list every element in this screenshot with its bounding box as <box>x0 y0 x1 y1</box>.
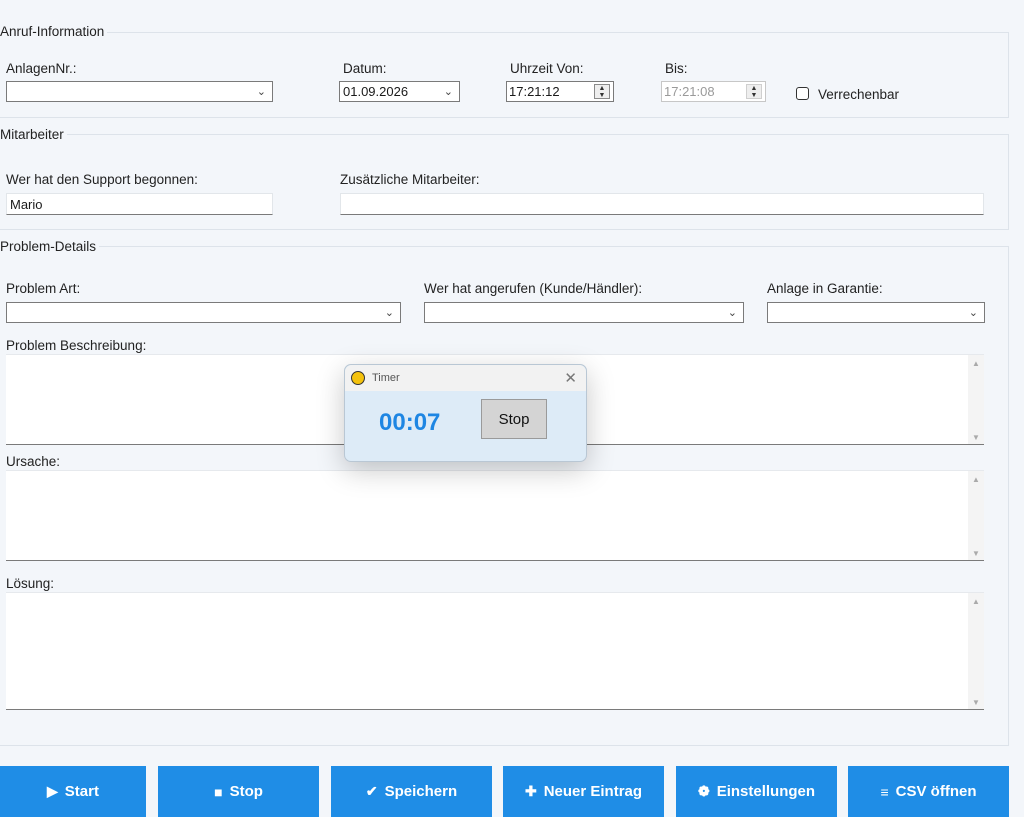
speichern-button[interactable]: ✔ Speichern <box>331 766 492 817</box>
beschreibung-scrollbar[interactable]: ▲ ▼ <box>968 355 984 444</box>
chevron-down-icon: ⌄ <box>443 86 453 98</box>
start-button[interactable]: ▶ Start <box>0 766 146 817</box>
scroll-up-icon[interactable]: ▲ <box>972 475 980 484</box>
speichern-button-label: Speichern <box>384 783 458 800</box>
begonnen-value: Mario <box>10 197 43 212</box>
timer-stop-button[interactable]: Stop <box>481 399 547 439</box>
scroll-up-icon[interactable]: ▲ <box>972 597 980 606</box>
chevron-down-icon: ⌄ <box>384 307 394 319</box>
anruf-group-title: Anruf-Information <box>0 24 108 39</box>
stop-button[interactable]: ■ Stop <box>158 766 319 817</box>
datum-picker[interactable]: 01.09.2026 ⌄ <box>339 81 460 102</box>
neuer-eintrag-button-label: Neuer Eintrag <box>543 783 643 800</box>
menu-lines-icon: ≡ <box>880 783 889 800</box>
begonnen-input[interactable]: Mario <box>6 193 273 215</box>
plus-icon: ✚ <box>524 783 537 799</box>
bis-label: Bis: <box>665 61 688 76</box>
timer-titlebar[interactable]: Timer ✕ <box>345 365 586 391</box>
von-value: 17:21:12 <box>509 84 560 99</box>
von-spin-buttons[interactable]: ▲ ▼ <box>594 84 610 99</box>
bis-value: 17:21:08 <box>664 84 715 99</box>
garantie-combobox[interactable]: ⌄ <box>767 302 985 323</box>
timer-window: Timer ✕ 00:07 Stop <box>344 364 587 462</box>
scroll-up-icon[interactable]: ▲ <box>972 359 980 368</box>
loesung-textarea[interactable]: ▲ ▼ <box>6 592 984 710</box>
checkmark-icon: ✔ <box>365 783 378 799</box>
anlagen-label: AnlagenNr.: <box>6 61 77 76</box>
anrufer-combobox[interactable]: ⌄ <box>424 302 744 323</box>
art-label: Problem Art: <box>6 281 81 296</box>
von-time-input[interactable]: 17:21:12 ▲ ▼ <box>506 81 614 102</box>
start-button-label: Start <box>64 783 99 800</box>
datum-value: 01.09.2026 <box>343 84 409 99</box>
timer-title: Timer <box>372 372 400 384</box>
loesung-label: Lösung: <box>6 576 55 591</box>
ursache-label: Ursache: <box>6 454 61 469</box>
verrechenbar-checkbox[interactable] <box>796 87 809 100</box>
chevron-down-icon: ⌄ <box>256 86 266 98</box>
loesung-scrollbar[interactable]: ▲ ▼ <box>968 593 984 709</box>
art-combobox[interactable]: ⌄ <box>6 302 401 323</box>
datum-label: Datum: <box>343 61 387 76</box>
gear-icon: ❁ <box>697 783 710 799</box>
einstellungen-button[interactable]: ❁ Einstellungen <box>676 766 837 817</box>
scroll-down-icon[interactable]: ▼ <box>972 698 980 707</box>
ursache-textarea[interactable]: ▲ ▼ <box>6 470 984 561</box>
zusaetzlich-input[interactable] <box>340 193 984 215</box>
mitarbeiter-group-title: Mitarbeiter <box>0 127 67 142</box>
begonnen-label: Wer hat den Support begonnen: <box>6 172 198 187</box>
timer-value: 00:07 <box>379 409 441 436</box>
garantie-label: Anlage in Garantie: <box>767 281 883 296</box>
ursache-scrollbar[interactable]: ▲ ▼ <box>968 471 984 560</box>
stop-square-icon: ■ <box>214 783 223 800</box>
verrechenbar-label[interactable]: Verrechenbar <box>818 87 899 102</box>
anruf-group <box>0 32 1009 118</box>
neuer-eintrag-button[interactable]: ✚ Neuer Eintrag <box>503 766 664 817</box>
stop-button-label: Stop <box>229 783 263 800</box>
von-label: Uhrzeit Von: <box>510 61 584 76</box>
csv-button[interactable]: ≡ CSV öffnen <box>848 766 1009 817</box>
chevron-down-icon: ⌄ <box>968 307 978 319</box>
beschreibung-label: Problem Beschreibung: <box>6 338 147 353</box>
anrufer-label: Wer hat angerufen (Kunde/Händler): <box>424 281 643 296</box>
close-icon[interactable]: ✕ <box>564 369 577 387</box>
problem-group-title: Problem-Details <box>0 239 100 254</box>
zusaetzlich-label: Zusätzliche Mitarbeiter: <box>340 172 480 187</box>
csv-button-label: CSV öffnen <box>895 783 977 800</box>
scroll-down-icon[interactable]: ▼ <box>972 549 980 558</box>
timer-app-icon <box>351 371 365 385</box>
einstellungen-button-label: Einstellungen <box>716 783 816 800</box>
scroll-down-icon[interactable]: ▼ <box>972 433 980 442</box>
chevron-down-icon: ⌄ <box>727 307 737 319</box>
anlagen-combobox[interactable]: ⌄ <box>6 81 273 102</box>
play-icon: ▶ <box>47 783 58 799</box>
bis-spin-buttons: ▲ ▼ <box>746 84 762 99</box>
bis-time-input: 17:21:08 ▲ ▼ <box>661 81 766 102</box>
